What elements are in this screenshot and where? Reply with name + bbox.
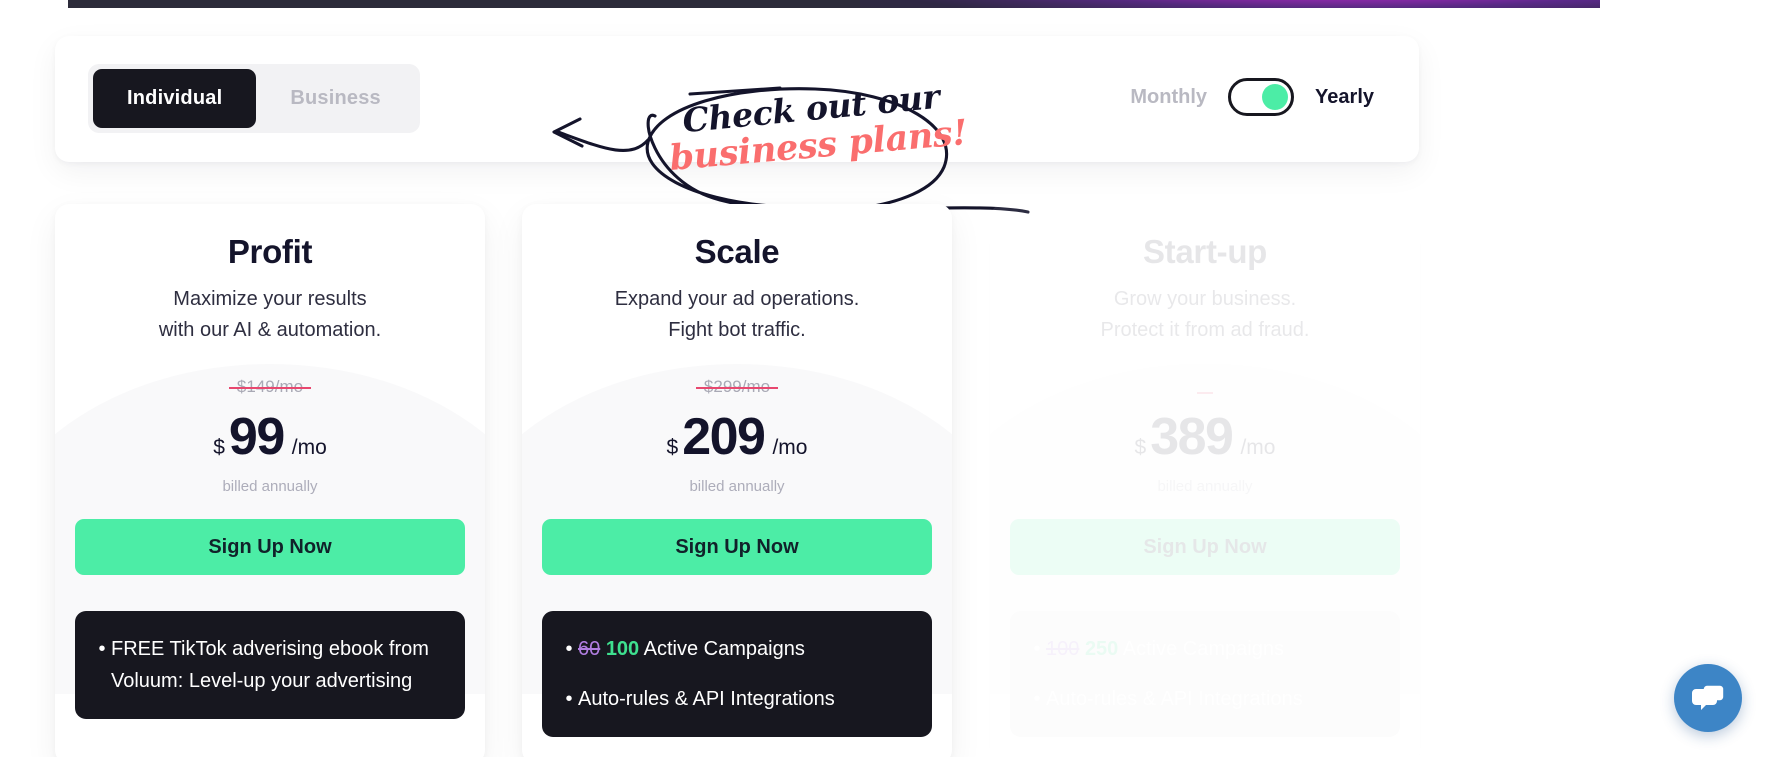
plan-description-line-1: Maximize your results xyxy=(173,288,367,310)
plan-name: Profit xyxy=(227,233,313,270)
feature-text: 60 100 Active Campaigns xyxy=(578,633,910,665)
banner-glow-graphic xyxy=(860,0,1600,8)
feature-old-value: 60 xyxy=(578,638,601,660)
feature-old-value: 100 xyxy=(1046,638,1080,660)
plan-description-line-1: Expand your ad operations. xyxy=(614,288,860,310)
plan-features-panel: • 100 250 Active Campaigns • Auto-rules … xyxy=(1010,611,1400,737)
chat-bubbles-icon xyxy=(1692,684,1725,710)
feature-item: • FREE TikTok adverising ebook from Volu… xyxy=(93,633,443,697)
plan-description: Maximize your results with our AI & auto… xyxy=(55,284,485,346)
bullet-icon: • xyxy=(565,638,573,660)
billing-yearly-label[interactable]: Yearly xyxy=(1315,86,1374,109)
billing-monthly-label[interactable]: Monthly xyxy=(1130,86,1207,109)
plan-price: $ 209 /mo xyxy=(522,411,952,463)
plan-billing-note: billed annually xyxy=(1157,478,1253,495)
feature-item: • Auto-rules & API Integrations xyxy=(560,683,910,715)
price-period: /mo xyxy=(291,436,327,459)
audience-toggle-group: Individual Business xyxy=(88,64,420,133)
billing-switch[interactable] xyxy=(1228,78,1295,116)
audience-tab-individual-label: Individual xyxy=(127,87,223,109)
price-amount: 99 xyxy=(228,408,285,466)
plan-old-price-value: $149/mo xyxy=(228,377,312,396)
sign-up-button[interactable]: Sign Up Now xyxy=(1010,519,1400,575)
feature-text: Auto-rules & API Integrations xyxy=(1046,688,1303,710)
price-amount: 209 xyxy=(682,408,766,466)
annotation-line-2: business plans! xyxy=(667,112,969,179)
audience-tab-business-label: Business xyxy=(290,87,381,109)
audience-tab-individual[interactable]: Individual xyxy=(93,69,257,128)
plan-description: Expand your ad operations. Fight bot tra… xyxy=(522,284,952,346)
feature-new-value: 100 xyxy=(605,638,640,660)
plan-description-line-2: Fight bot traffic. xyxy=(668,319,806,341)
plan-billing-note: billed annually xyxy=(222,478,318,495)
bullet-icon: • xyxy=(1033,688,1041,710)
plan-old-price: $299/mo xyxy=(522,377,952,397)
feature-item: • 60 100 Active Campaigns xyxy=(560,633,910,665)
feature-new-value: 250 xyxy=(1084,638,1119,660)
bullet-icon: • xyxy=(1033,638,1041,660)
plan-old-price-value: $299/mo xyxy=(695,377,779,396)
plan-billing-note: billed annually xyxy=(689,478,785,495)
price-currency: $ xyxy=(666,436,679,459)
pricing-card-scale: Scale Expand your ad operations. Fight b… xyxy=(522,204,952,757)
plan-name: Scale xyxy=(694,233,780,270)
audience-tab-business[interactable]: Business xyxy=(256,69,415,128)
sign-up-button[interactable]: Sign Up Now xyxy=(75,519,465,575)
feature-label: Active Campaigns xyxy=(1122,638,1284,660)
plan-old-price: $149/mo xyxy=(55,377,485,397)
feature-label: Active Campaigns xyxy=(643,638,805,660)
plan-features-panel: • FREE TikTok adverising ebook from Volu… xyxy=(75,611,465,719)
price-currency: $ xyxy=(1134,436,1147,459)
billing-switch-knob xyxy=(1262,84,1289,110)
plan-description-line-1: Grow your business. xyxy=(1113,288,1297,310)
pricing-card-startup: Start-up Grow your business. Protect it … xyxy=(990,204,1420,757)
bullet-icon: • xyxy=(565,688,573,710)
pricing-card-profit: Profit Maximize your results with our AI… xyxy=(55,204,485,757)
price-currency: $ xyxy=(213,436,225,459)
plan-features-panel: • 60 100 Active Campaigns • Auto-rules &… xyxy=(542,611,932,737)
plan-old-price xyxy=(990,377,1420,397)
billing-period-toggle: Monthly Yearly xyxy=(1130,78,1374,116)
annotation-arrow-circle-icon xyxy=(552,86,1030,214)
plan-description: Grow your business. Protect it from ad f… xyxy=(990,284,1420,346)
pricing-cards: Profit Maximize your results with our AI… xyxy=(0,204,1767,757)
pricing-controls-bar: Individual Business Check out our busine… xyxy=(55,36,1419,214)
pricing-page: Individual Business Check out our busine… xyxy=(0,0,1767,757)
plan-price: $ 99 /mo xyxy=(55,411,485,463)
feature-item: • 100 250 Active Campaigns xyxy=(1028,633,1378,665)
feature-text: FREE TikTok adverising ebook from Voluum… xyxy=(111,638,429,692)
annotation-line-1: Check out our xyxy=(680,76,942,141)
plan-description-line-2: with our AI & automation. xyxy=(158,319,382,341)
price-period: /mo xyxy=(772,436,808,459)
feature-item: • Auto-rules & API Integrations xyxy=(1028,683,1378,715)
plan-price: $ 389 /mo xyxy=(990,411,1420,463)
bullet-icon: • xyxy=(98,638,106,660)
price-period: /mo xyxy=(1240,436,1276,459)
price-amount: 389 xyxy=(1150,408,1234,466)
top-banner xyxy=(68,0,1600,8)
handwritten-annotation: Check out our business plans! xyxy=(540,72,1050,217)
sign-up-button[interactable]: Sign Up Now xyxy=(542,519,932,575)
plan-description-line-2: Protect it from ad fraud. xyxy=(1100,319,1310,341)
chat-widget-button[interactable] xyxy=(1674,664,1742,732)
feature-text: Auto-rules & API Integrations xyxy=(578,688,835,710)
feature-text: 100 250 Active Campaigns xyxy=(1046,633,1378,665)
plan-name: Start-up xyxy=(1142,233,1268,270)
